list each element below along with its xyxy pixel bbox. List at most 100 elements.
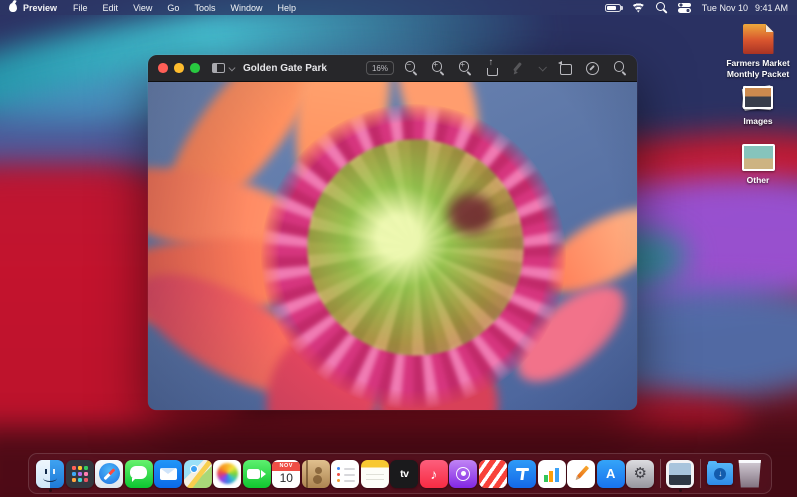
tv-app-icon: tv [390, 460, 418, 488]
wifi-icon[interactable] [632, 3, 645, 13]
sidebar-toggle-button[interactable] [212, 63, 234, 73]
dock-item-pages[interactable] [567, 460, 595, 488]
calendar-app-icon: NOV10 [272, 460, 300, 488]
photo-thumbnail-icon [742, 144, 775, 171]
dock-item-notes[interactable] [361, 460, 389, 488]
minimize-button[interactable] [174, 63, 184, 73]
dock-item-calendar[interactable]: NOV10 [272, 460, 300, 488]
menu-bar-time: 9:41 AM [755, 3, 788, 13]
sysprefs-app-icon: ⚙ [626, 460, 654, 488]
facetime-app-icon [243, 460, 271, 488]
document-thumbnail-icon [743, 24, 774, 54]
dock-item-maps[interactable] [184, 460, 212, 488]
maps-app-icon [184, 460, 212, 488]
dock-item-mail[interactable] [154, 460, 182, 488]
notes-app-icon [361, 460, 389, 488]
menu-bar-clock[interactable]: Tue Nov 10 9:41 AM [702, 3, 788, 13]
menu-tools[interactable]: Tools [194, 3, 215, 13]
markup-pen-button [510, 60, 526, 76]
dock-item-safari[interactable] [95, 460, 123, 488]
messages-app-icon [125, 460, 153, 488]
chevron-down-icon [228, 64, 234, 70]
photo-stack-thumbnail-icon [741, 84, 775, 112]
dock-item-photos[interactable] [213, 460, 241, 488]
podcasts-app-icon [449, 460, 477, 488]
safari-app-icon [95, 460, 123, 488]
dock-item-trash[interactable] [736, 460, 764, 488]
dock: NOV10 tv♪ A⚙ ↓ [28, 453, 772, 494]
image-canvas [148, 82, 637, 410]
window-titlebar[interactable]: Golden Gate Park 16% −++↑ [148, 55, 637, 82]
control-center-icon[interactable] [678, 3, 691, 13]
dock-item-contacts[interactable] [302, 460, 330, 488]
traffic-lights [158, 63, 200, 73]
dock-item-facetime[interactable] [243, 460, 271, 488]
photos-app-icon [213, 460, 241, 488]
music-app-icon: ♪ [420, 460, 448, 488]
dock-item-numbers[interactable] [538, 460, 566, 488]
menu-edit[interactable]: Edit [103, 3, 119, 13]
battery-icon[interactable] [605, 4, 621, 12]
keynote-app-icon [508, 460, 536, 488]
desktop-icon-label: Other [747, 175, 770, 186]
markup-toolbar-button[interactable] [584, 60, 600, 76]
reminders-app-icon [331, 460, 359, 488]
dock-item-appstore[interactable]: A [597, 460, 625, 488]
dock-item-sysprefs[interactable]: ⚙ [626, 460, 654, 488]
sidebar-icon [212, 63, 225, 73]
launchpad-app-icon [66, 460, 94, 488]
markup-options-button [537, 60, 546, 76]
dock-item-podcasts[interactable] [449, 460, 477, 488]
menu-file[interactable]: File [73, 3, 88, 13]
dock-item-music[interactable]: ♪ [420, 460, 448, 488]
close-button[interactable] [158, 63, 168, 73]
mail-app-icon [154, 460, 182, 488]
dock-item-finder[interactable] [36, 460, 64, 488]
menu-help[interactable]: Help [277, 3, 296, 13]
desktop-icon-images[interactable]: Images [722, 84, 794, 127]
dock-item-preview-file[interactable] [666, 460, 694, 488]
running-indicator [49, 489, 52, 492]
appstore-app-icon: A [597, 460, 625, 488]
menu-bar: Preview File Edit View Go Tools Window Help Tu… [0, 0, 797, 15]
menu-bar-status: Tue Nov 10 9:41 AM [605, 2, 788, 13]
dock-separator [700, 459, 701, 488]
zoom-selection-button[interactable]: + [456, 60, 472, 76]
dock-separator [660, 459, 661, 488]
search-button[interactable] [611, 60, 627, 76]
downloads-app-icon: ↓ [706, 460, 734, 488]
zoom-out-button[interactable]: − [402, 60, 418, 76]
preview-window: Golden Gate Park 16% −++↑ [148, 55, 637, 410]
dock-item-news[interactable] [479, 460, 507, 488]
desktop-icon-label: Images [743, 116, 772, 127]
dock-item-launchpad[interactable] [66, 460, 94, 488]
desktop-icon-farmers-market[interactable]: Farmers Market Monthly Packet [722, 24, 794, 79]
desktop-icon-label: Farmers Market Monthly Packet [722, 58, 794, 79]
menu-bar-menus: Preview File Edit View Go Tools Window Help [23, 3, 296, 13]
preview-file-app-icon [666, 460, 694, 488]
toolbar-tools: −++↑ [402, 60, 627, 76]
menu-bar-date: Tue Nov 10 [702, 3, 748, 13]
menu-go[interactable]: Go [167, 3, 179, 13]
share-button[interactable]: ↑ [483, 60, 499, 76]
dock-item-keynote[interactable] [508, 460, 536, 488]
finder-app-icon [36, 460, 64, 488]
zoom-button[interactable] [190, 63, 200, 73]
zoom-in-button[interactable]: + [429, 60, 445, 76]
zoom-level-badge: 16% [366, 61, 394, 75]
news-app-icon [479, 460, 507, 488]
apple-menu-icon[interactable] [9, 3, 17, 12]
dock-item-downloads[interactable]: ↓ [706, 460, 734, 488]
running-indicator [679, 489, 682, 492]
search-icon[interactable] [656, 2, 667, 13]
pages-app-icon [567, 460, 595, 488]
dock-item-tv[interactable]: tv [390, 460, 418, 488]
desktop-icon-other[interactable]: Other [722, 144, 794, 186]
contacts-app-icon [302, 460, 330, 488]
menu-view[interactable]: View [133, 3, 152, 13]
dock-item-messages[interactable] [125, 460, 153, 488]
dock-item-reminders[interactable] [331, 460, 359, 488]
menu-app-preview[interactable]: Preview [23, 3, 57, 13]
menu-window[interactable]: Window [230, 3, 262, 13]
rotate-left-button[interactable] [557, 60, 573, 76]
